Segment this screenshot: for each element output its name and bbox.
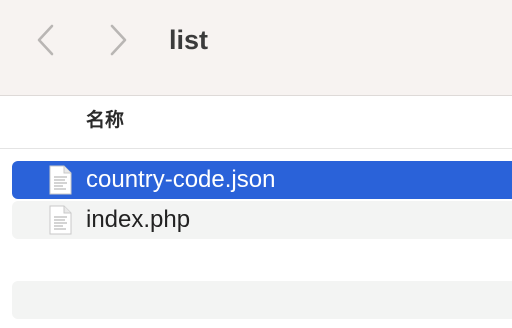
window-title: list bbox=[169, 25, 209, 55]
forward-button[interactable] bbox=[98, 20, 138, 60]
empty-row bbox=[12, 281, 512, 319]
file-row-country-code[interactable]: country-code.json bbox=[12, 161, 512, 199]
document-icon bbox=[49, 165, 72, 195]
chevron-left-icon bbox=[37, 24, 54, 56]
file-name: index.php bbox=[86, 206, 191, 233]
column-header[interactable]: 名称 bbox=[0, 96, 512, 149]
name-column-header[interactable]: 名称 bbox=[86, 108, 124, 134]
file-row-index-php[interactable]: index.php bbox=[12, 201, 512, 239]
toolbar: list bbox=[0, 0, 512, 96]
file-name: country-code.json bbox=[86, 166, 276, 193]
back-button[interactable] bbox=[26, 20, 66, 60]
chevron-right-icon bbox=[110, 24, 127, 56]
document-icon bbox=[49, 205, 72, 235]
